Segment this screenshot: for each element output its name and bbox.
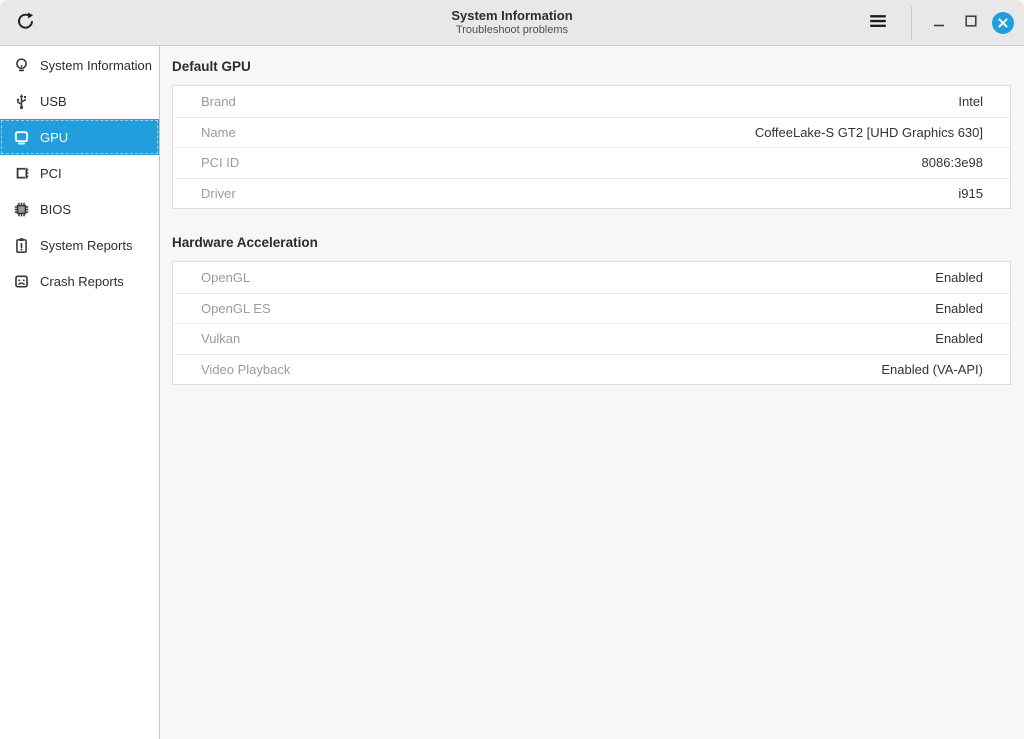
sidebar-item-bios[interactable]: BIOS (0, 191, 159, 227)
content-panel: Default GPU Brand Intel Name CoffeeLake-S GT… (160, 46, 1024, 739)
sidebar-item-label: USB (40, 94, 67, 109)
close-button[interactable] (990, 10, 1016, 36)
sidebar-item-gpu[interactable]: GPU (0, 119, 159, 155)
window-subtitle: Troubleshoot problems (456, 23, 568, 37)
main-area: System Information USB GPU PCI BIOS System Re… (0, 46, 1024, 739)
titlebar-separator (911, 6, 912, 40)
row-value: Enabled (935, 270, 983, 285)
clipboard-alert-icon (12, 236, 30, 254)
row-label: Brand (201, 94, 236, 109)
row-value: i915 (958, 186, 983, 201)
refresh-icon (15, 11, 36, 35)
row-value: Enabled (935, 331, 983, 346)
monitor-icon (12, 128, 30, 146)
sidebar-item-label: BIOS (40, 202, 71, 217)
sidebar-item-system-reports[interactable]: System Reports (0, 227, 159, 263)
table-row-opengl: OpenGL Enabled (173, 262, 1010, 293)
info-table: Brand Intel Name CoffeeLake-S GT2 [UHD Grap… (172, 85, 1011, 209)
minimize-icon (930, 12, 948, 33)
table-row-driver: Driver i915 (173, 178, 1010, 209)
row-label: Driver (201, 186, 236, 201)
row-label: Video Playback (201, 362, 290, 377)
row-label: OpenGL ES (201, 301, 271, 316)
row-label: Name (201, 125, 236, 140)
row-value: Intel (958, 94, 983, 109)
minimize-button[interactable] (926, 10, 952, 36)
titlebar-controls (861, 6, 1024, 40)
sidebar-item-label: Crash Reports (40, 274, 124, 289)
crash-face-icon (12, 272, 30, 290)
maximize-icon (962, 12, 980, 33)
info-table: OpenGL Enabled OpenGL ES Enabled Vulkan Enabl… (172, 261, 1011, 385)
hamburger-icon (867, 10, 889, 35)
sidebar-item-label: GPU (40, 130, 68, 145)
chip-icon (12, 200, 30, 218)
row-value: Enabled (935, 301, 983, 316)
sidebar-item-label: System Information (40, 58, 152, 73)
maximize-button[interactable] (958, 10, 984, 36)
pci-card-icon (12, 164, 30, 182)
row-value: 8086:3e98 (922, 155, 983, 170)
table-row-name: Name CoffeeLake-S GT2 [UHD Graphics 630] (173, 117, 1010, 148)
section-title-hardware-acceleration: Hardware Acceleration (172, 235, 1011, 250)
row-value: CoffeeLake-S GT2 [UHD Graphics 630] (755, 125, 983, 140)
menu-button[interactable] (861, 6, 895, 40)
table-row-opengl-es: OpenGL ES Enabled (173, 293, 1010, 324)
app-window: System Information Troubleshoot problems (0, 0, 1024, 739)
sidebar-item-label: PCI (40, 166, 62, 181)
refresh-button[interactable] (8, 6, 42, 40)
section-title-default-gpu: Default GPU (172, 59, 1011, 74)
sidebar-item-crash-reports[interactable]: Crash Reports (0, 263, 159, 299)
sidebar-item-label: System Reports (40, 238, 132, 253)
lightbulb-icon (12, 56, 30, 74)
row-value: Enabled (VA-API) (881, 362, 983, 377)
table-row-pci-id: PCI ID 8086:3e98 (173, 147, 1010, 178)
sidebar-item-system-information[interactable]: System Information (0, 47, 159, 83)
titlebar: System Information Troubleshoot problems (0, 0, 1024, 46)
table-row-vulkan: Vulkan Enabled (173, 323, 1010, 354)
window-title: System Information (451, 8, 572, 23)
close-icon (992, 12, 1014, 34)
usb-icon (12, 92, 30, 110)
sidebar-item-pci[interactable]: PCI (0, 155, 159, 191)
sidebar-item-usb[interactable]: USB (0, 83, 159, 119)
table-row-brand: Brand Intel (173, 86, 1010, 117)
table-row-video-playback: Video Playback Enabled (VA-API) (173, 354, 1010, 385)
row-label: Vulkan (201, 331, 240, 346)
sidebar: System Information USB GPU PCI BIOS System Re… (0, 46, 160, 739)
row-label: OpenGL (201, 270, 250, 285)
row-label: PCI ID (201, 155, 239, 170)
